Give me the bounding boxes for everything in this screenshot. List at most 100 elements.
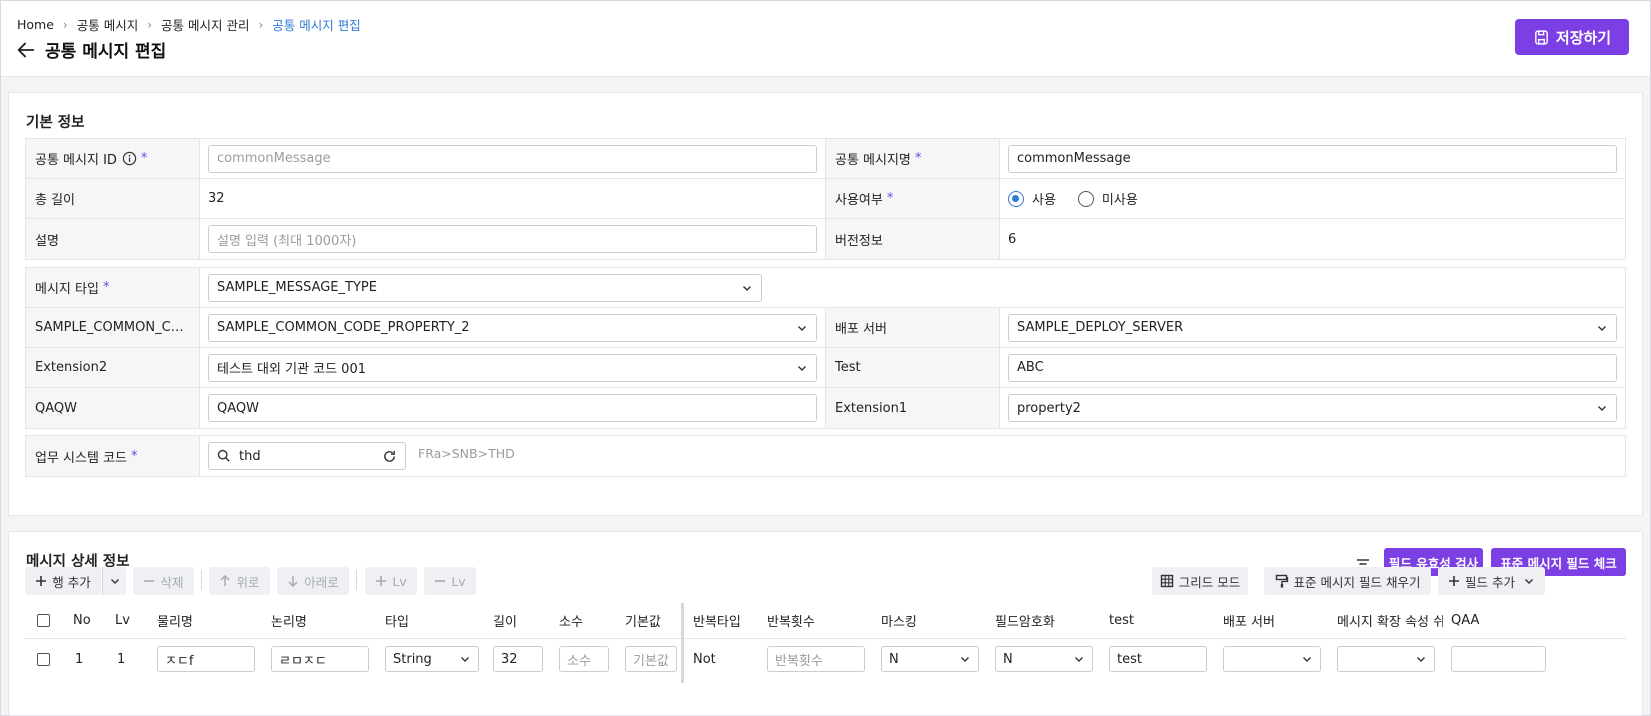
chevron-down-icon xyxy=(1598,325,1606,331)
deploy-server-select[interactable] xyxy=(1223,646,1321,672)
select-all-checkbox[interactable] xyxy=(37,614,50,627)
breadcrumb-common-message-manage[interactable]: 공통 메시지 관리 xyxy=(161,15,249,34)
sample-select[interactable]: SAMPLE_COMMON_CODE_PROPERTY_2 xyxy=(208,313,817,342)
chevron-right-icon: › xyxy=(62,17,68,32)
move-down-button[interactable]: 아래로 xyxy=(277,567,349,595)
chevron-down-icon xyxy=(1598,406,1606,411)
col-length: 길이 xyxy=(493,615,517,630)
frozen-column-divider[interactable] xyxy=(681,603,684,683)
search-icon xyxy=(217,449,230,462)
add-row-label: 행 추가 xyxy=(52,574,91,590)
desc-input[interactable]: 설명 입력 (최대 1000자) xyxy=(208,225,817,253)
chevron-down-icon xyxy=(961,657,969,662)
chevron-down-icon xyxy=(1303,657,1311,662)
version-label: 버전정보 xyxy=(826,219,1000,259)
minus-icon xyxy=(144,580,155,582)
col-deploy-server: 배포 서버 xyxy=(1223,615,1275,630)
chevron-down-icon xyxy=(461,657,469,662)
name-label-text: 공통 메시지명 xyxy=(835,153,911,168)
msg-ext-select[interactable] xyxy=(1337,646,1435,672)
type-select-value: String xyxy=(393,651,432,667)
col-qaa: QAA xyxy=(1451,613,1480,628)
decimal-input[interactable]: 소수 xyxy=(559,646,609,672)
col-test: test xyxy=(1109,613,1134,628)
breadcrumb-current: 공통 메시지 편집 xyxy=(272,18,361,33)
col-masking: 마스킹 xyxy=(881,615,917,630)
col-type: 타입 xyxy=(385,615,409,630)
bizcode-label-text: 업무 시스템 코드 xyxy=(35,450,127,466)
desc-label: 설명 xyxy=(26,219,200,259)
row-checkbox[interactable] xyxy=(37,652,50,666)
ext2-select[interactable]: 테스트 대외 기관 코드 001 xyxy=(208,353,817,382)
test-cell-input[interactable]: test xyxy=(1109,646,1207,672)
type-select[interactable]: String xyxy=(385,646,479,672)
chevron-down-icon xyxy=(798,325,806,331)
qaqw-input[interactable]: QAQW xyxy=(208,394,817,422)
ext1-label: Extension1 xyxy=(826,388,1000,428)
bizcode-grid: 업무 시스템 코드 * thd FRa>SNB>THD xyxy=(25,435,1626,477)
physical-name-input[interactable]: ㅈㄷf xyxy=(157,646,255,672)
add-row-button[interactable]: 행 추가 xyxy=(25,567,101,595)
add-field-button[interactable]: 필드 추가 xyxy=(1438,567,1545,595)
table-header: No Lv 물리명 논리명 타입 길이 소수 기본값 반복타입 반복횟수 마스킹… xyxy=(25,603,1626,639)
col-no: No xyxy=(73,613,91,628)
name-input[interactable]: commonMessage xyxy=(1008,144,1617,173)
property-grid: 메시지 타입 * SAMPLE_MESSAGE_TYPE SAMPLE_COMMO… xyxy=(25,267,1626,429)
save-button-label: 저장하기 xyxy=(1555,28,1612,47)
test-input[interactable]: ABC xyxy=(1008,353,1617,382)
bizcode-label: 업무 시스템 코드 * xyxy=(26,436,200,476)
fill-std-fields-button[interactable]: 표준 메시지 필드 채우기 xyxy=(1264,567,1431,595)
cell-no: 1 xyxy=(75,651,84,667)
chevron-down-icon xyxy=(1075,657,1083,662)
unuse-radio[interactable]: 미사용 xyxy=(1077,189,1138,208)
use-label-text: 사용여부 xyxy=(835,193,883,208)
msgtype-select[interactable]: SAMPLE_MESSAGE_TYPE xyxy=(208,273,762,302)
breadcrumb-common-message[interactable]: 공통 메시지 xyxy=(77,15,138,34)
save-icon xyxy=(1535,29,1548,45)
bizcode-search-input[interactable]: thd xyxy=(208,442,406,470)
breadcrumb-home[interactable]: Home xyxy=(17,17,54,32)
delete-button[interactable]: 삭제 xyxy=(133,567,194,595)
msgtype-label: 메시지 타입 * xyxy=(26,268,200,307)
table-row[interactable]: 1 1 ㅈㄷf ㄹㅁㅈㄷ String 32 소수 기본값 Not 반복횟수 N xyxy=(25,639,1626,679)
info-icon[interactable] xyxy=(122,151,137,166)
chevron-down-icon xyxy=(798,365,806,371)
use-label: 사용여부 * xyxy=(826,179,1000,218)
move-down-label: 아래로 xyxy=(304,574,339,590)
encrypt-select-value: N xyxy=(1003,651,1013,667)
add-row-dropdown[interactable] xyxy=(102,567,126,595)
col-encrypt: 필드암호화 xyxy=(995,615,1055,630)
chevron-right-icon: › xyxy=(258,17,264,32)
masking-select[interactable]: N xyxy=(881,646,979,672)
grid-icon xyxy=(1160,574,1173,588)
required-mark: * xyxy=(886,191,894,206)
move-up-button[interactable]: 위로 xyxy=(209,567,270,595)
deploy-label: 배포 서버 xyxy=(826,308,1000,347)
use-radio[interactable]: 사용 xyxy=(1008,189,1056,208)
id-input[interactable]: commonMessage xyxy=(208,144,817,173)
masking-select-value: N xyxy=(889,651,899,667)
grid-mode-button[interactable]: 그리드 모드 xyxy=(1152,567,1248,595)
ext1-select[interactable]: property2 xyxy=(1008,394,1617,422)
arrow-left-icon[interactable] xyxy=(15,39,37,61)
level-up-button[interactable]: Lv xyxy=(365,567,417,595)
cell-lv: 1 xyxy=(117,651,126,667)
msgtype-label-text: 메시지 타입 xyxy=(35,282,99,297)
total-length-value: 32 xyxy=(200,179,826,218)
save-button[interactable]: 저장하기 xyxy=(1515,19,1629,55)
repeat-count-input[interactable]: 반복횟수 xyxy=(767,646,865,672)
qaa-input[interactable] xyxy=(1451,646,1546,672)
logical-name-input[interactable]: ㄹㅁㅈㄷ xyxy=(271,646,369,672)
required-mark: * xyxy=(914,151,922,166)
deploy-select[interactable]: SAMPLE_DEPLOY_SERVER xyxy=(1008,313,1617,342)
plus-icon xyxy=(1449,576,1459,586)
cell-repeat-type: Not xyxy=(693,651,716,667)
default-input[interactable]: 기본값 xyxy=(625,646,677,672)
chevron-down-icon xyxy=(1524,579,1533,584)
level-down-button[interactable]: Lv xyxy=(424,567,476,595)
length-input[interactable]: 32 xyxy=(493,646,543,672)
encrypt-select[interactable]: N xyxy=(995,646,1093,672)
sample-select-value: SAMPLE_COMMON_CODE_PROPERTY_2 xyxy=(217,320,470,335)
ext2-select-value: 테스트 대외 기관 코드 001 xyxy=(217,362,366,377)
refresh-icon[interactable] xyxy=(382,449,397,464)
